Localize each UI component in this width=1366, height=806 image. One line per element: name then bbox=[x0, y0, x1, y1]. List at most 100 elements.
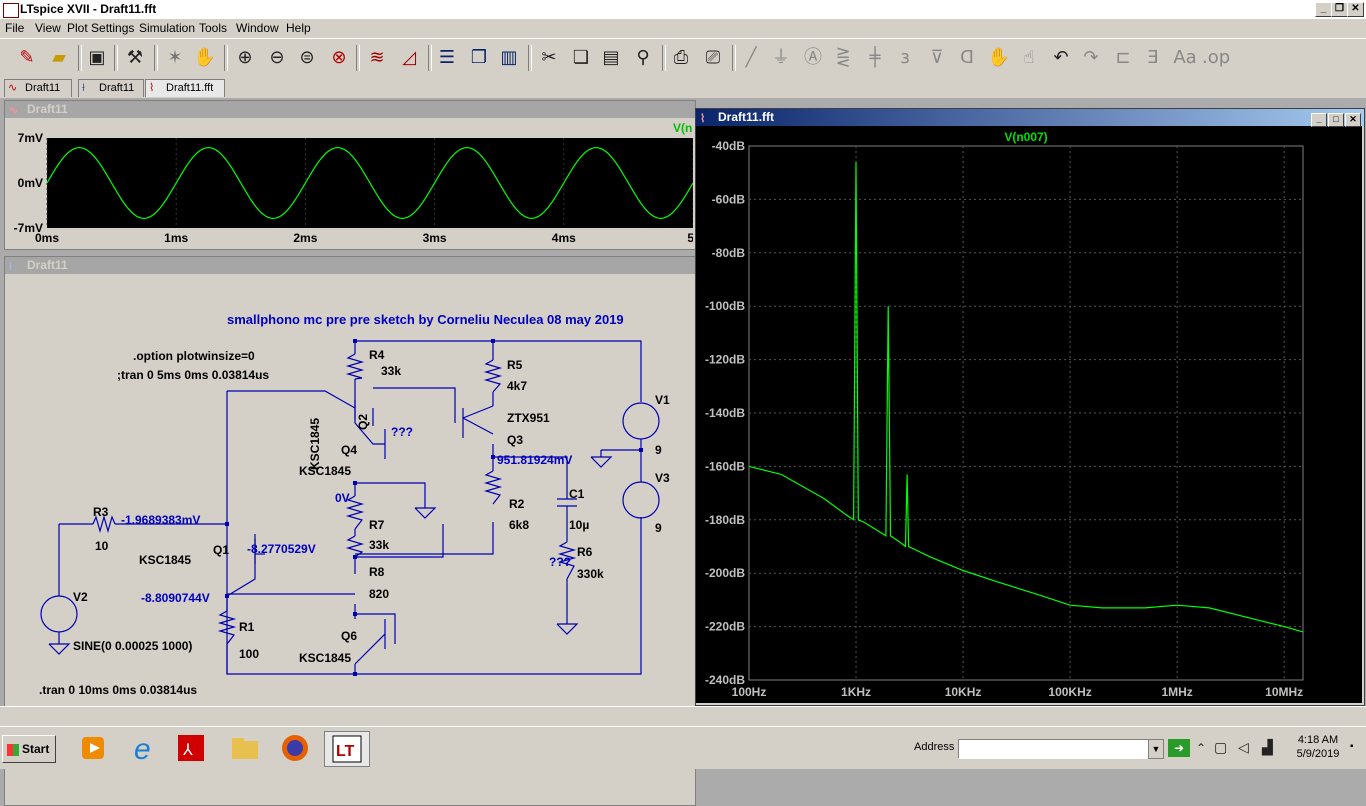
ltspice-icon[interactable]: LT bbox=[324, 731, 370, 767]
schematic-header-text[interactable]: smallphono mc pre pre sketch by Corneliu… bbox=[227, 312, 624, 327]
tab-waveform[interactable]: ∿ Draft11 bbox=[4, 79, 72, 97]
copy-icon[interactable]: ❏ bbox=[568, 45, 594, 71]
v3-value[interactable]: 9 bbox=[655, 521, 662, 535]
node-voltage-q4[interactable]: 0V bbox=[335, 491, 350, 505]
tab-schematic[interactable]: ⟊ Draft11 bbox=[78, 79, 144, 97]
ground-icon[interactable]: ⏚ bbox=[768, 45, 794, 71]
address-input[interactable] bbox=[958, 739, 1150, 759]
tile-horizontal-icon[interactable]: ☰ bbox=[434, 45, 460, 71]
mirror-icon[interactable]: Ǝ bbox=[1140, 45, 1166, 71]
print-preview-icon[interactable]: ⎙ bbox=[668, 45, 694, 71]
directive-tran-commented[interactable]: ;tran 0 5ms 0ms 0.03814us bbox=[117, 368, 269, 382]
tray-expand-icon[interactable]: ⌃ bbox=[1196, 741, 1206, 755]
menu-tools[interactable]: Tools bbox=[199, 21, 227, 35]
minimize-button[interactable]: _ bbox=[1315, 2, 1332, 17]
plot-settings-icon[interactable]: ◿ bbox=[396, 45, 422, 71]
go-arrow-icon[interactable]: ➜ bbox=[1168, 739, 1190, 757]
r1-value[interactable]: 100 bbox=[239, 647, 259, 661]
capacitor-icon[interactable]: ╪ bbox=[862, 45, 888, 71]
tray-device-icon[interactable]: ▢ bbox=[1214, 739, 1227, 756]
spice-directive-icon[interactable]: .op bbox=[1202, 45, 1230, 71]
q4-model[interactable]: KSC1845 bbox=[299, 464, 351, 478]
component-icon[interactable]: ᗡ bbox=[954, 45, 980, 71]
volume-icon[interactable]: ◁ bbox=[1238, 739, 1249, 756]
node-voltage-q1[interactable]: -8.2770529V bbox=[247, 542, 316, 556]
menu-file[interactable]: File bbox=[5, 21, 24, 35]
q3-model[interactable]: ZTX951 bbox=[507, 411, 550, 425]
diode-icon[interactable]: ⊽ bbox=[924, 45, 950, 71]
menu-window[interactable]: Window bbox=[236, 21, 279, 35]
network-icon[interactable]: ▟ bbox=[1262, 739, 1273, 756]
q1-model[interactable]: KSC1845 bbox=[139, 553, 191, 567]
start-button[interactable]: Start bbox=[2, 735, 56, 763]
move-icon[interactable]: ✋ bbox=[986, 45, 1012, 71]
menu-simulation[interactable]: Simulation bbox=[139, 21, 195, 35]
notification-icon[interactable]: ▪ bbox=[1350, 741, 1354, 752]
r4-value[interactable]: 33k bbox=[381, 364, 401, 378]
node-voltage-unknown-2[interactable]: ??? bbox=[549, 555, 571, 569]
zoom-out-icon[interactable]: ⊖ bbox=[264, 45, 290, 71]
tile-vertical-icon[interactable]: ▥ bbox=[496, 45, 522, 71]
cascade-icon[interactable]: ❐ bbox=[466, 45, 492, 71]
restore-button[interactable]: ❐ bbox=[1331, 2, 1348, 17]
draw-wire-icon[interactable]: ╱ bbox=[738, 45, 764, 71]
r3-value[interactable]: 10 bbox=[95, 539, 109, 553]
firefox-icon[interactable] bbox=[278, 731, 312, 765]
file-explorer-icon[interactable] bbox=[228, 731, 262, 765]
directive-tran[interactable]: .tran 0 10ms 0ms 0.03814us bbox=[39, 683, 197, 697]
zoom-in-icon[interactable]: ⊕ bbox=[232, 45, 258, 71]
r6-value[interactable]: 330k bbox=[577, 567, 604, 581]
r2-value[interactable]: 6k8 bbox=[509, 518, 529, 532]
text-icon[interactable]: Aa bbox=[1172, 45, 1198, 71]
rotate-icon[interactable]: ⊏ bbox=[1110, 45, 1136, 71]
fft-trace-label[interactable]: V(n007) bbox=[1004, 130, 1047, 144]
fft-window[interactable]: ⌇ Draft11.fft _ □ ✕ -40dB -60dB -80dB -100dB -… bbox=[695, 108, 1365, 706]
menu-help[interactable]: Help bbox=[286, 21, 311, 35]
drag-icon[interactable]: ☝ bbox=[1016, 45, 1042, 71]
v1-value[interactable]: 9 bbox=[655, 443, 662, 457]
zoom-fit-icon[interactable]: ⊜ bbox=[294, 45, 320, 71]
autorange-icon[interactable]: ≋ bbox=[364, 45, 390, 71]
fft-plot[interactable]: -40dB -60dB -80dB -100dB -120dB -140dB -160dB -… bbox=[696, 126, 1362, 703]
acrobat-icon[interactable]: ⅄ bbox=[174, 731, 208, 765]
clock[interactable]: 4:18 AM 5/9/2019 bbox=[1290, 733, 1346, 761]
node-voltage-q3[interactable]: 951.81924mV bbox=[497, 453, 572, 467]
inductor-icon[interactable]: ɜ bbox=[892, 45, 918, 71]
run-icon[interactable]: ✶ bbox=[162, 45, 188, 71]
undo-icon[interactable]: ↶ bbox=[1048, 45, 1074, 71]
node-voltage-emitter[interactable]: -8.8090744V bbox=[141, 591, 210, 605]
address-dropdown-icon[interactable]: ▼ bbox=[1148, 739, 1164, 759]
waveform-trace-label[interactable]: V(n bbox=[673, 121, 692, 135]
find-icon[interactable]: ⚲ bbox=[630, 45, 656, 71]
r7-value[interactable]: 33k bbox=[369, 538, 389, 552]
internet-explorer-icon[interactable]: e bbox=[128, 731, 162, 766]
label-net-icon[interactable]: Ⓐ bbox=[800, 45, 826, 71]
fft-minimize-button[interactable]: _ bbox=[1311, 113, 1327, 127]
print-icon[interactable]: ⎚ bbox=[700, 45, 726, 71]
menu-view[interactable]: View bbox=[35, 21, 61, 35]
fft-close-button[interactable]: ✕ bbox=[1345, 113, 1361, 127]
cancel-zoom-icon[interactable]: ⊗ bbox=[326, 45, 352, 71]
node-voltage-input[interactable]: -1.9689383mV bbox=[121, 513, 200, 527]
q2-model[interactable]: KSC1845 bbox=[308, 418, 322, 470]
tab-fft[interactable]: ⌇ Draft11.fft bbox=[145, 79, 225, 97]
new-schematic-icon[interactable]: ✎ bbox=[14, 45, 40, 71]
paste-icon[interactable]: ▤ bbox=[598, 45, 624, 71]
open-folder-icon[interactable]: ▰ bbox=[46, 45, 72, 71]
q6-model[interactable]: KSC1845 bbox=[299, 651, 351, 665]
r5-value[interactable]: 4k7 bbox=[507, 379, 527, 393]
waveform-window[interactable]: ∿ Draft11 7mV0mV-7mV 0ms1ms2ms3ms4ms5r V… bbox=[4, 100, 696, 250]
halt-icon[interactable]: ✋ bbox=[192, 45, 218, 71]
cut-icon[interactable]: ✂ bbox=[536, 45, 562, 71]
media-player-icon[interactable] bbox=[76, 731, 110, 765]
node-voltage-unknown-1[interactable]: ??? bbox=[391, 425, 413, 439]
resistor-icon[interactable]: ⋛ bbox=[830, 45, 856, 71]
waveform-plot[interactable]: 7mV0mV-7mV 0ms1ms2ms3ms4ms5r V(n bbox=[5, 118, 693, 247]
c1-value[interactable]: 10µ bbox=[569, 518, 589, 532]
fft-maximize-button[interactable]: □ bbox=[1328, 113, 1344, 127]
control-panel-icon[interactable]: ⚒ bbox=[122, 45, 148, 71]
menu-plot-settings[interactable]: Plot Settings bbox=[67, 21, 134, 35]
save-icon[interactable]: ▣ bbox=[84, 45, 110, 71]
directive-option[interactable]: .option plotwinsize=0 bbox=[133, 349, 255, 363]
redo-icon[interactable]: ↷ bbox=[1078, 45, 1104, 71]
